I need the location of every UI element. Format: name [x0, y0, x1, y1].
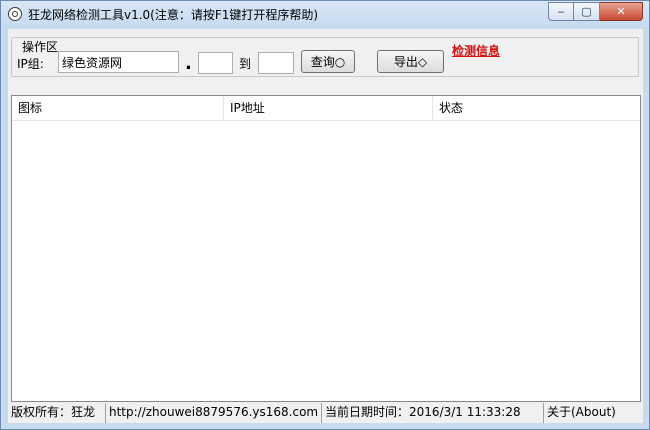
window-controls: ‒ ▢ ✕ — [548, 2, 643, 21]
ip-group-input[interactable] — [58, 51, 179, 73]
status-copyright: 版权所有：狂龙 — [8, 403, 106, 423]
column-header-status[interactable]: 状态 — [433, 96, 640, 120]
app-window: 狂龙网络检测工具v1.0(注意：请按F1键打开程序帮助) ‒ ▢ ✕ 操作区 I… — [0, 0, 650, 430]
status-about[interactable]: 关于(About) — [544, 403, 643, 423]
status-bar: 版权所有：狂龙 http://zhouwei8879576.ys168.com … — [8, 403, 643, 423]
results-list[interactable]: 图标 IP地址 状态 — [11, 95, 641, 402]
maximize-button[interactable]: ▢ — [574, 2, 600, 21]
range-start-input[interactable] — [198, 52, 233, 74]
column-header-ip-address[interactable]: IP地址 — [224, 96, 433, 120]
title-bar[interactable]: 狂龙网络检测工具v1.0(注意：请按F1键打开程序帮助) ‒ ▢ ✕ — [1, 1, 649, 29]
window-title: 狂龙网络检测工具v1.0(注意：请按F1键打开程序帮助) — [28, 8, 319, 22]
minimize-button[interactable]: ‒ — [548, 2, 574, 21]
status-url[interactable]: http://zhouwei8879576.ys168.com — [106, 403, 322, 423]
range-end-input[interactable] — [258, 52, 294, 74]
ip-group-label: IP组: — [17, 57, 44, 71]
check-info-link[interactable]: 检测信息 — [452, 42, 500, 59]
close-button[interactable]: ✕ — [600, 2, 643, 21]
operation-group-label: 操作区 — [20, 38, 61, 55]
query-button[interactable]: 查询○ — [301, 50, 355, 73]
export-button[interactable]: 导出◇ — [377, 50, 444, 73]
list-header: 图标 IP地址 状态 — [12, 96, 640, 121]
ip-separator-dot: . — [185, 53, 192, 74]
app-icon[interactable] — [8, 7, 22, 21]
client-area: 操作区 IP组: . 到 查询○ 导出◇ 检测信息 图标 IP地址 状态 版权所… — [8, 29, 643, 423]
range-to-label: 到 — [239, 57, 252, 71]
column-header-icon[interactable]: 图标 — [12, 96, 224, 120]
status-datetime: 当前日期时间：2016/3/1 11:33:28 — [322, 403, 544, 423]
